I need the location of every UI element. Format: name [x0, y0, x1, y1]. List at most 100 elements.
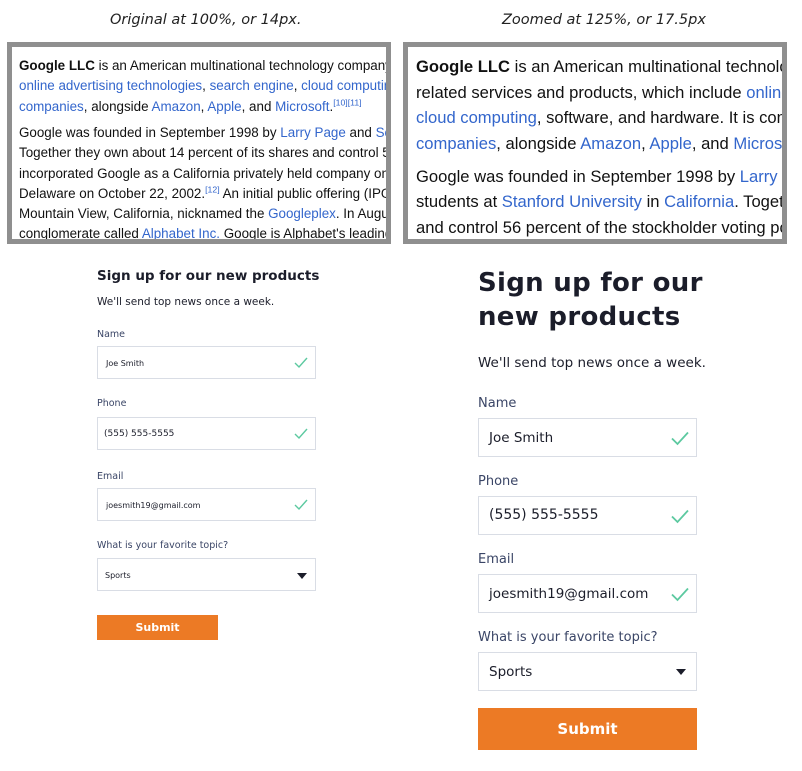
- text-line: Google LLC is an American multinational …: [19, 56, 391, 76]
- name-field[interactable]: Joe Smith: [97, 346, 316, 379]
- form-subtitle: We'll send top news once a week.: [478, 355, 706, 371]
- original-caption: Original at 100%, or 14px.: [110, 12, 302, 28]
- text-line: Google was founded in September 1998 by …: [19, 123, 386, 143]
- wiki-text-original: Google LLC is an American multinational …: [19, 56, 391, 242]
- text-run: , and: [241, 98, 276, 114]
- text-line: Google LLC is an American multinational …: [416, 54, 782, 80]
- topic-select[interactable]: Sports: [97, 558, 316, 591]
- text-run: ,: [202, 78, 210, 94]
- text-line: online advertising technologies, search …: [19, 76, 386, 96]
- text-run: Google is Alphabet's leading s: [220, 226, 391, 242]
- citation-link[interactable]: [12]: [205, 184, 220, 194]
- name-label: Name: [478, 396, 517, 411]
- text-run: Together they own about 14 percent of it…: [19, 145, 391, 161]
- text-run: Delaware on October 22, 2002.: [19, 185, 206, 201]
- check-icon: [294, 428, 308, 440]
- wiki-link[interactable]: Amazon: [152, 99, 201, 114]
- form-title-line1: Sign up for our: [478, 268, 703, 298]
- text-run: Google was founded in September 1998 by: [19, 124, 281, 140]
- text-run: Mountain View, California, nicknamed the: [19, 206, 269, 222]
- text-run: conglomerate called: [19, 226, 142, 242]
- check-icon: [671, 431, 689, 446]
- text-run: . In August: [335, 206, 389, 222]
- check-icon: [671, 587, 689, 602]
- text-line: companies, alongside Amazon, Apple, and …: [416, 131, 782, 157]
- phone-field[interactable]: (555) 555-5555: [478, 496, 697, 535]
- text-run: An initial public offering (IPO): [219, 185, 391, 201]
- wiki-link[interactable]: Alphabet Inc.: [142, 226, 220, 239]
- email-label: Email: [97, 471, 124, 482]
- topic-select[interactable]: Sports: [478, 652, 697, 691]
- caret-down-icon: [297, 573, 307, 579]
- text-run: students at: [416, 192, 502, 212]
- wiki-excerpt-zoomed: Google LLC is an American multinational …: [403, 42, 787, 244]
- text-run: and control 56 percent of the stockholde…: [416, 217, 787, 237]
- wiki-link[interactable]: online advertising technologies: [19, 78, 202, 93]
- wiki-link[interactable]: cloud computing: [301, 78, 386, 93]
- check-icon: [294, 499, 308, 511]
- text-run: and: [345, 124, 376, 140]
- text-line: incorporated Google as a California priv…: [19, 164, 391, 184]
- wiki-link[interactable]: Larry P: [740, 167, 782, 186]
- name-label: Name: [97, 329, 126, 340]
- name-value: Joe Smith: [106, 359, 145, 368]
- text-line: Mountain View, California, nicknamed the…: [19, 204, 389, 224]
- text-line: related services and products, which inc…: [416, 80, 782, 106]
- form-title: Sign up for our new products: [97, 268, 320, 284]
- submit-button[interactable]: Submit: [478, 708, 697, 750]
- phone-label: Phone: [97, 398, 127, 409]
- wiki-link[interactable]: California: [664, 192, 734, 211]
- wiki-excerpt-original: Google LLC is an American multinational …: [7, 42, 391, 244]
- text-line: cloud computing, software, and hardware.…: [416, 105, 782, 131]
- text-run: is an American multinational technology …: [94, 58, 391, 73]
- topic-value: Sports: [105, 571, 131, 580]
- submit-button[interactable]: Submit: [97, 615, 218, 640]
- wiki-link[interactable]: Microsoft: [275, 99, 329, 114]
- wiki-link[interactable]: companies: [416, 134, 496, 153]
- zoomed-caption: Zoomed at 125%, or 17.5px: [502, 12, 706, 28]
- text-run: , and: [691, 133, 734, 153]
- name-value: Joe Smith: [489, 430, 554, 446]
- topic-label: What is your favorite topic?: [97, 540, 229, 551]
- text-line: Delaware on October 22, 2002.[12] An ini…: [19, 184, 391, 204]
- wiki-link[interactable]: Apple: [649, 134, 691, 153]
- text-run: , alongside: [83, 98, 152, 114]
- text-run: in: [641, 192, 665, 212]
- wiki-link[interactable]: Apple: [207, 99, 241, 114]
- wiki-link[interactable]: companies: [19, 99, 84, 114]
- text-run: Google was founded in September 1998 by: [416, 166, 740, 186]
- phone-value: (555) 555-5555: [489, 507, 599, 523]
- phone-label: Phone: [478, 474, 519, 489]
- name-field[interactable]: Joe Smith: [478, 418, 697, 457]
- phone-field[interactable]: (555) 555-5555: [97, 417, 316, 450]
- form-subtitle: We'll send top news once a week.: [97, 296, 275, 308]
- email-label: Email: [478, 552, 515, 567]
- check-icon: [671, 509, 689, 524]
- check-icon: [294, 357, 308, 369]
- text-run: . Togethe: [734, 192, 784, 212]
- wiki-link[interactable]: Googleplex: [268, 206, 336, 221]
- bold-term: Google LLC: [416, 57, 511, 76]
- text-line: and control 56 percent of the stockholde…: [416, 215, 787, 239]
- wiki-link[interactable]: Serg: [376, 125, 386, 140]
- wiki-link[interactable]: Stanford University: [502, 192, 642, 211]
- text-line: companies, alongside Amazon, Apple, and …: [19, 97, 386, 117]
- text-line: students at Stanford University in Calif…: [416, 189, 784, 215]
- caret-down-icon: [676, 669, 686, 675]
- text-run: incorporated Google as a California priv…: [19, 165, 391, 181]
- email-value: joesmith19@gmail.com: [106, 501, 201, 510]
- email-field[interactable]: joesmith19@gmail.com: [478, 574, 697, 613]
- bold-term: Google LLC: [19, 58, 95, 73]
- citation-link[interactable]: [10][11]: [333, 97, 361, 107]
- wiki-link[interactable]: Microsot: [733, 134, 782, 153]
- wiki-link[interactable]: search engine: [210, 78, 294, 93]
- text-run: related services and products, which inc…: [416, 82, 747, 102]
- wiki-link[interactable]: online: [746, 83, 782, 102]
- email-field[interactable]: joesmith19@gmail.com: [97, 488, 316, 521]
- wiki-link[interactable]: Amazon: [580, 134, 641, 153]
- wiki-link[interactable]: cloud computing: [416, 108, 537, 127]
- wiki-link[interactable]: Larry Page: [280, 125, 346, 140]
- topic-label: What is your favorite topic?: [478, 630, 658, 645]
- text-line: Together they own about 14 percent of it…: [19, 143, 391, 163]
